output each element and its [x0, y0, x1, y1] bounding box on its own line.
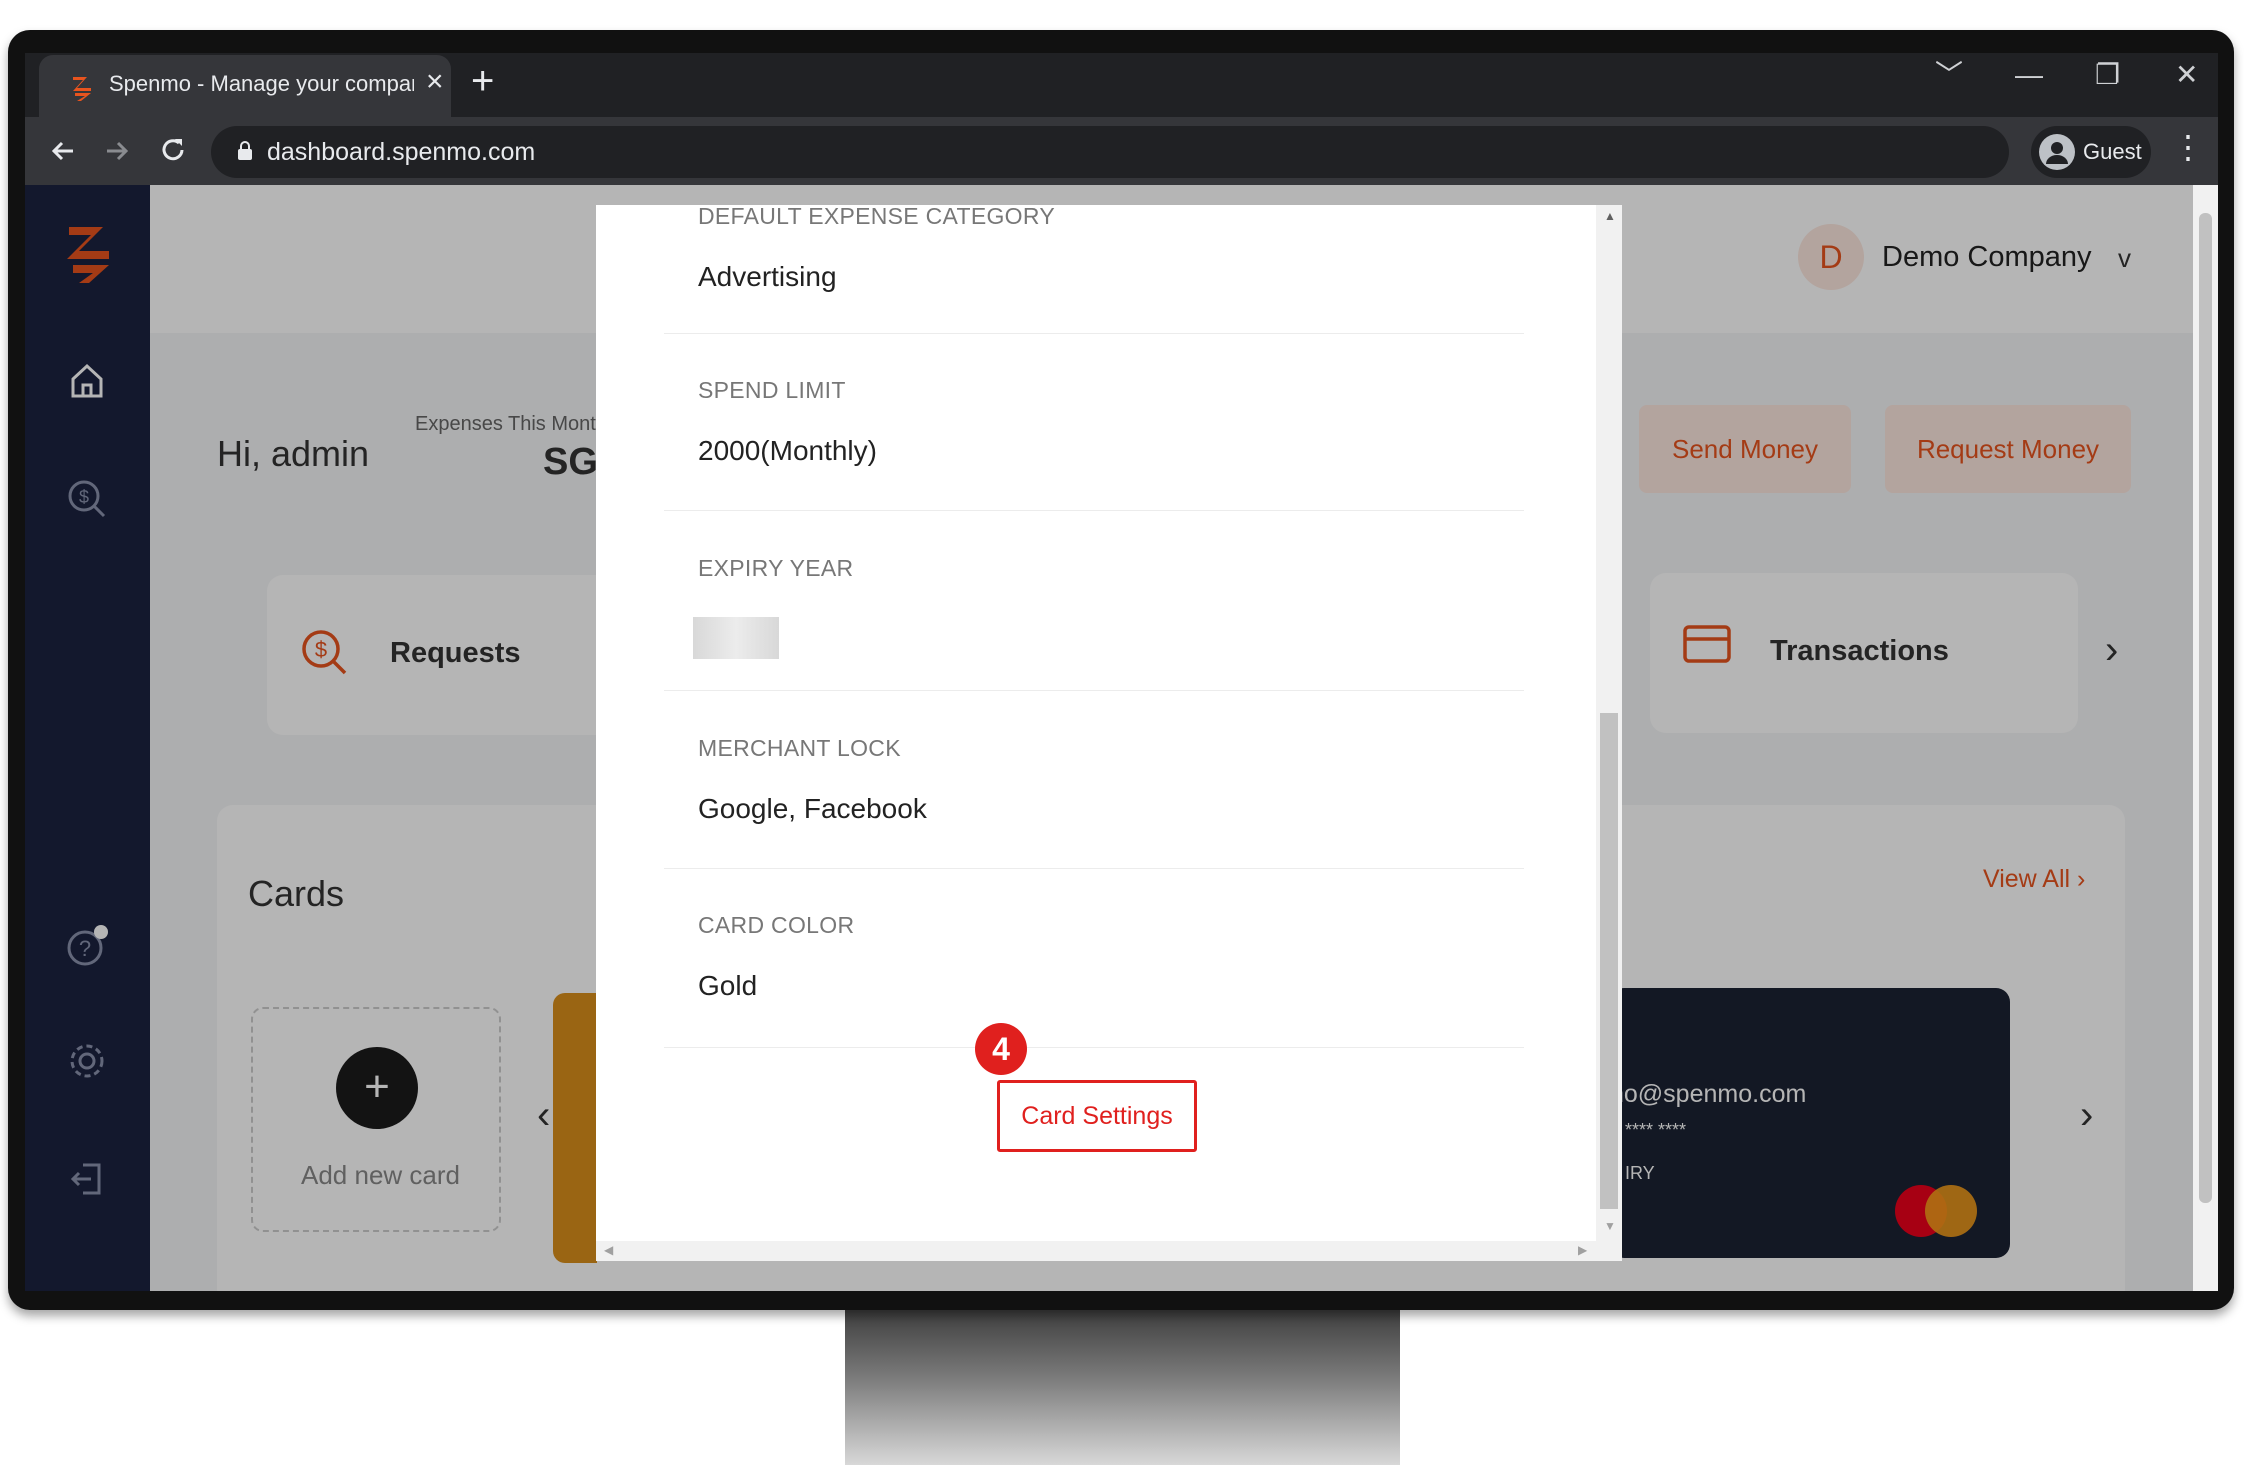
browser-tab[interactable]: Spenmo - Manage your company × [39, 55, 451, 117]
browser-menu-icon[interactable]: ⋮ [2172, 131, 2204, 163]
modal-horizontal-scrollbar[interactable]: ◀ ▶ [596, 1241, 1622, 1261]
modal-vertical-scrollbar[interactable]: ▲ ▼ [1596, 205, 1622, 1241]
field-label-merchant-lock: MERCHANT LOCK [698, 735, 901, 761]
field-label-card-color: CARD COLOR [698, 912, 855, 938]
tab-title: Spenmo - Manage your company [109, 71, 414, 96]
field-value-spend-limit: 2000(Monthly) [698, 435, 877, 466]
url-text: dashboard.spenmo.com [267, 138, 536, 166]
scroll-right-icon[interactable]: ▶ [1578, 1243, 1587, 1257]
field-label-expense-category: DEFAULT EXPENSE CATEGORY [698, 205, 1055, 229]
field-label-expiry-year: EXPIRY YEAR [698, 555, 854, 581]
lock-icon [238, 141, 252, 160]
browser-window: Spenmo - Manage your company × + ﹀ — ❐ ✕… [25, 53, 2218, 1291]
profile-button[interactable]: Guest [2031, 126, 2151, 178]
scroll-down-icon[interactable]: ▼ [1604, 1219, 1616, 1233]
card-details-modal: DEFAULT EXPENSE CATEGORY Advertising SPE… [596, 205, 1622, 1261]
scroll-up-icon[interactable]: ▲ [1604, 209, 1616, 223]
field-value-expense-category: Advertising [698, 261, 837, 292]
divider [664, 690, 1524, 691]
address-bar[interactable]: dashboard.spenmo.com [211, 126, 2009, 178]
new-tab-icon[interactable]: + [471, 61, 494, 101]
tab-search-icon[interactable]: ﹀ [1935, 61, 1963, 89]
restore-icon[interactable]: ❐ [2095, 61, 2120, 89]
divider [664, 1047, 1524, 1048]
web-page: $ ? D Demo Company v Hi, admin Expenses … [25, 185, 2218, 1291]
divider [664, 510, 1524, 511]
field-label-spend-limit: SPEND LIMIT [698, 377, 846, 403]
tab-strip: Spenmo - Manage your company × + ﹀ — ❐ ✕ [25, 53, 2218, 117]
scroll-left-icon[interactable]: ◀ [604, 1243, 613, 1257]
reload-icon[interactable] [158, 135, 188, 165]
field-value-merchant-lock: Google, Facebook [698, 793, 927, 824]
profile-label: Guest [2083, 139, 2142, 164]
spenmo-favicon-icon [73, 77, 91, 101]
minimize-icon[interactable]: — [2015, 61, 2043, 89]
card-settings-button[interactable]: Card Settings [997, 1080, 1197, 1152]
forward-icon[interactable] [103, 137, 131, 165]
expiry-year-redacted [693, 617, 779, 659]
browser-toolbar: dashboard.spenmo.com Guest ⋮ [25, 117, 2218, 185]
page-scrollbar[interactable] [2193, 185, 2218, 1291]
modal-scrollbar-thumb[interactable] [1600, 713, 1618, 1209]
close-window-icon[interactable]: ✕ [2175, 61, 2198, 89]
field-value-card-color: Gold [698, 970, 758, 1001]
step-marker: 4 [975, 1023, 1027, 1075]
back-icon[interactable] [49, 137, 77, 165]
tab-close-icon[interactable]: × [426, 67, 444, 97]
divider [664, 333, 1524, 334]
divider [664, 868, 1524, 869]
page-scrollbar-thumb[interactable] [2199, 213, 2212, 1203]
guest-avatar-icon [2039, 134, 2075, 170]
monitor-stand [845, 1305, 1400, 1465]
